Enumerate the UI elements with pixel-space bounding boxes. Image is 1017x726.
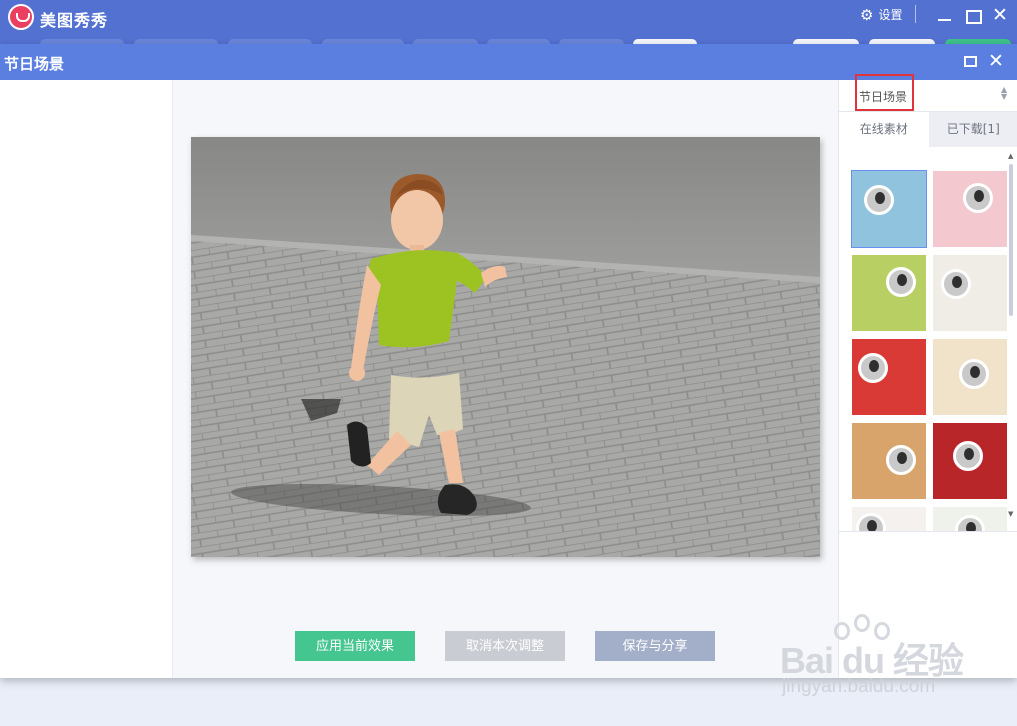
canvas-area: 应用当前效果 取消本次调整 保存与分享	[173, 80, 838, 678]
tab-downloaded[interactable]: 已下载[1]	[928, 112, 1017, 147]
scene-thumbnail[interactable]	[933, 171, 1007, 247]
scroll-up-icon[interactable]: ▲	[1008, 152, 1013, 160]
titlebar-separator	[915, 5, 916, 23]
apply-effect-button[interactable]: 应用当前效果	[295, 631, 415, 661]
material-panel: 节日场景 ▲ ▼ 在线素材 已下载[1] ▲ ▼	[838, 74, 1017, 678]
scene-thumbnail[interactable]	[852, 255, 926, 331]
scene-thumbnail[interactable]	[852, 507, 926, 531]
baidu-jingyan-watermark: Bai du 经验 jingyan.baidu.com	[780, 608, 970, 704]
paw-print-icon	[854, 614, 870, 632]
gear-icon: ⚙	[860, 5, 874, 24]
settings-button[interactable]: ⚙ 设置	[860, 6, 902, 23]
portrait-frame-icon	[963, 183, 993, 213]
portrait-frame-icon	[864, 185, 894, 215]
festival-scene-dialog: 节日场景 ✕ 应用当前效果 取消本次调整 保存与分享 节日场景 ▲ ▼ 在线素材…	[0, 44, 1017, 678]
portrait-frame-icon	[886, 267, 916, 297]
scroll-thumb[interactable]	[1009, 164, 1013, 316]
portrait-frame-icon	[941, 269, 971, 299]
dialog-maximize-button[interactable]	[964, 56, 977, 67]
meitu-logo-icon	[8, 4, 34, 30]
close-button[interactable]: ✕	[989, 4, 1011, 26]
left-panel	[0, 80, 173, 678]
watermark-url: jingyan.baidu.com	[782, 676, 936, 697]
thumbnail-grid: ▲ ▼	[839, 146, 1017, 532]
scene-thumbnail[interactable]	[851, 170, 927, 248]
portrait-frame-icon	[858, 353, 888, 383]
dialog-close-button[interactable]: ✕	[988, 50, 1004, 72]
scene-thumbnail[interactable]	[933, 255, 1007, 331]
settings-label: 设置	[878, 8, 903, 22]
portrait-frame-icon	[886, 445, 916, 475]
thumbnail-background	[852, 255, 926, 331]
scene-thumbnail[interactable]	[933, 507, 1007, 531]
cancel-adjustment-button[interactable]: 取消本次调整	[445, 631, 565, 661]
category-selected-value: 节日场景	[859, 90, 908, 104]
minimize-button[interactable]	[934, 4, 956, 26]
app-titlebar: 美图秀秀 ⚙ 设置 ✕	[0, 0, 1017, 45]
scene-thumbnail[interactable]	[933, 423, 1007, 499]
scene-thumbnail[interactable]	[933, 339, 1007, 415]
scroll-down-icon[interactable]: ▼	[1008, 510, 1013, 518]
app-name: 美图秀秀	[40, 11, 109, 30]
save-share-button[interactable]: 保存与分享	[595, 631, 715, 661]
dialog-title: 节日场景	[4, 55, 65, 73]
scene-thumbnail[interactable]	[852, 339, 926, 415]
tab-online-materials[interactable]: 在线素材	[839, 112, 929, 147]
select-arrows-icon: ▲ ▼	[1001, 85, 1008, 101]
photo-preview	[191, 137, 820, 557]
thumbnail-scrollbar[interactable]: ▲ ▼	[1008, 152, 1014, 528]
maximize-button[interactable]	[962, 4, 984, 26]
category-select[interactable]: 节日场景 ▲ ▼	[839, 74, 1017, 111]
portrait-frame-icon	[959, 359, 989, 389]
portrait-frame-icon	[953, 441, 983, 471]
scene-thumbnail[interactable]	[852, 423, 926, 499]
material-tabs: 在线素材 已下载[1]	[839, 111, 1017, 147]
